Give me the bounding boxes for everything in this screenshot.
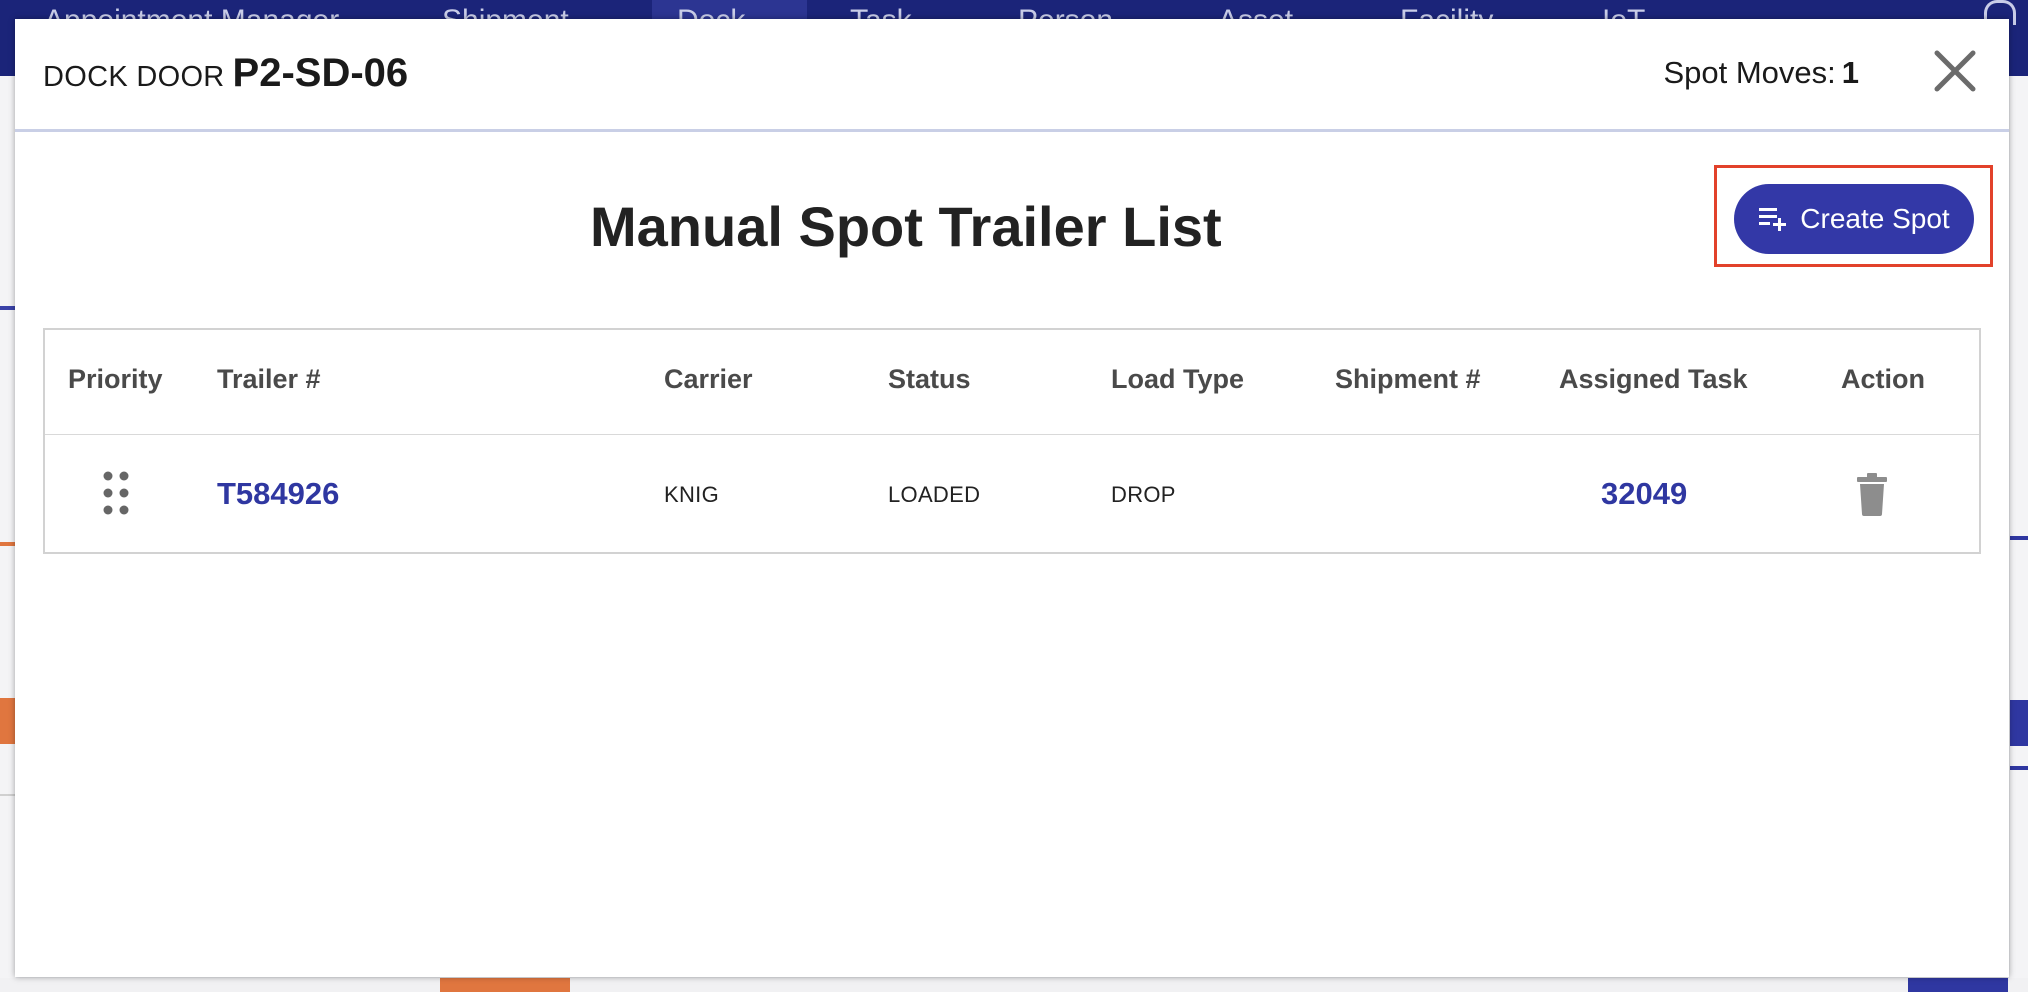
modal-header: DOCK DOOR P2-SD-06 Spot Moves: 1 (15, 19, 2009, 132)
spot-trailer-table: Priority Trailer # Carrier Status Load T… (43, 328, 1981, 554)
bg-left-orange-block (0, 698, 16, 744)
table-header: Priority Trailer # Carrier Status Load T… (45, 330, 1979, 435)
bg-right-blue-block (2010, 700, 2028, 746)
header-action: Action (1841, 364, 1925, 394)
header-status: Status (888, 364, 971, 394)
dock-door-label: DOCK DOOR (43, 61, 225, 93)
playlist-add-icon (1759, 208, 1787, 231)
trash-icon[interactable] (1855, 472, 1889, 516)
header-priority: Priority (68, 364, 163, 394)
header-carrier: Carrier (664, 364, 753, 394)
create-spot-button[interactable]: Create Spot (1734, 184, 1974, 254)
trailer-link[interactable]: T584926 (217, 476, 339, 512)
assigned-task-link[interactable]: 32049 (1601, 476, 1687, 512)
spot-moves-count: 1 (1841, 55, 1859, 90)
carrier-value: KNIG (664, 482, 719, 507)
spot-moves: Spot Moves: 1 (1663, 55, 1859, 91)
status-value: LOADED (888, 482, 981, 507)
modal-title: DOCK DOOR P2-SD-06 (43, 51, 408, 96)
spot-moves-label: Spot Moves: (1663, 55, 1836, 90)
create-spot-label: Create Spot (1800, 203, 1950, 234)
bg-left-divider (0, 794, 16, 796)
bg-left-accent (0, 306, 16, 310)
bg-bottom-blue (1908, 978, 2008, 992)
background-left-panel (0, 76, 16, 992)
load-type-value: DROP (1111, 482, 1176, 507)
bg-right-accent-2 (2010, 766, 2028, 770)
bg-bottom-orange (440, 978, 570, 992)
dock-door-modal: DOCK DOOR P2-SD-06 Spot Moves: 1 Manual Sp… (15, 19, 2009, 977)
background-right-panel (2010, 76, 2028, 992)
bg-right-accent (2010, 536, 2028, 540)
bg-left-orange-line (0, 542, 16, 546)
list-title: Manual Spot Trailer List (590, 195, 1222, 258)
header-shipment: Shipment # (1335, 364, 1481, 394)
header-assigned-task: Assigned Task (1559, 364, 1748, 394)
header-trailer: Trailer # (217, 364, 321, 394)
drag-handle-icon[interactable] (101, 470, 131, 516)
dock-door-code: P2-SD-06 (232, 51, 409, 95)
close-icon[interactable] (1931, 47, 1979, 95)
background-bottom-strip (0, 978, 2028, 992)
header-load-type: Load Type (1111, 364, 1245, 394)
table-row: T584926 KNIG LOADED DROP 32049 (45, 434, 1979, 552)
